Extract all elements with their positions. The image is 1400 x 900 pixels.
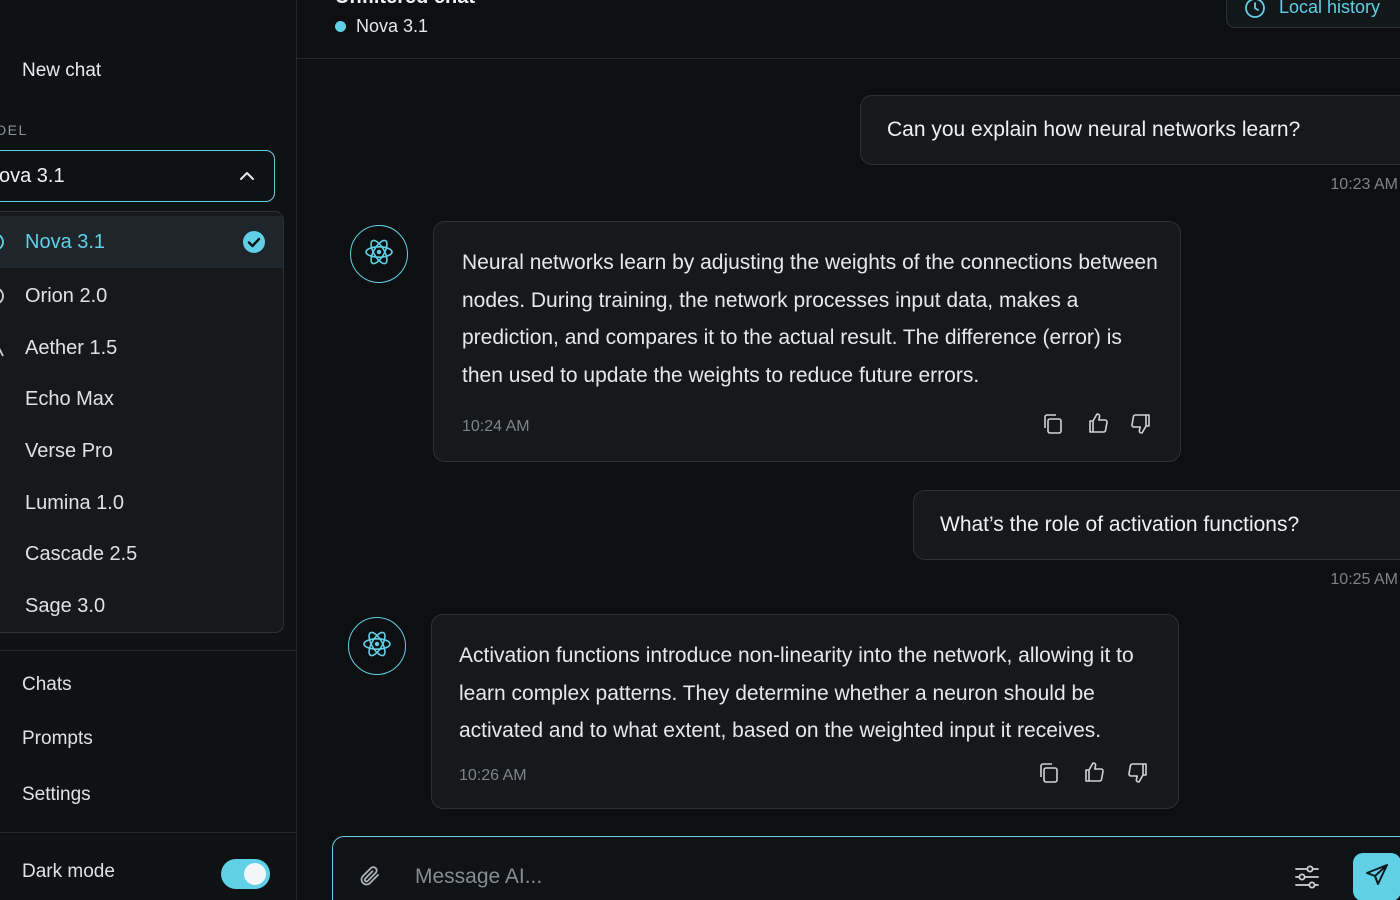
model-option-verse[interactable]: Verse Pro (0, 425, 283, 477)
model-select[interactable]: ova 3.1 (0, 150, 275, 202)
message-text: Activation functions introduce non-linea… (459, 644, 1134, 742)
new-chat-button[interactable]: New chat (22, 60, 101, 82)
thumbs-down-icon[interactable] (1129, 412, 1153, 441)
model-option-label: Echo Max (25, 388, 114, 410)
local-history-button[interactable]: Local history (1226, 0, 1400, 28)
message-time: 10:26 AM (459, 767, 527, 784)
clock-icon (1244, 0, 1266, 24)
send-button[interactable] (1353, 853, 1400, 900)
message-text: Neural networks learn by adjusting the w… (462, 251, 1158, 387)
model-icon (0, 491, 13, 515)
paperclip-icon[interactable] (358, 863, 384, 896)
dark-mode-label: Dark mode (22, 861, 115, 882)
model-option-echo[interactable]: Echo Max (0, 373, 283, 425)
model-option-label: Orion 2.0 (25, 285, 108, 307)
model-status: Nova 3.1 (356, 16, 429, 36)
message-time: 10:23 AM (1330, 176, 1398, 193)
message-text: Can you explain how neural networks lear… (887, 118, 1301, 141)
model-option-label: Verse Pro (25, 440, 113, 462)
chat-header: Unfiltered chat Nova 3.1 Local history (297, 0, 1400, 59)
sidebar-item-settings[interactable]: Settings (22, 784, 91, 806)
model-icon (0, 542, 13, 566)
message-time: 10:25 AM (1330, 571, 1398, 588)
model-option-label: Aether 1.5 (25, 337, 118, 359)
model-icon (0, 336, 13, 360)
model-option-nova[interactable]: Nova 3.1 (0, 216, 283, 268)
model-icon (0, 439, 13, 463)
message-text: What’s the role of activation functions? (940, 513, 1300, 536)
model-option-label: Lumina 1.0 (25, 492, 124, 514)
model-option-label: Nova 3.1 (25, 231, 106, 253)
model-option-orion[interactable]: Orion 2.0 (0, 270, 283, 322)
copy-icon[interactable] (1037, 761, 1061, 790)
copy-icon[interactable] (1041, 412, 1065, 441)
chat-title: Unfiltered chat (335, 0, 475, 9)
model-icon (0, 284, 13, 308)
sidebar-divider (0, 832, 296, 833)
model-dropdown: Nova 3.1 Orion 2.0 Aether 1.5 Echo Max V… (0, 211, 284, 633)
assistant-avatar (348, 617, 406, 675)
local-history-label: Local history (1279, 0, 1381, 17)
dark-mode-toggle[interactable] (221, 859, 270, 889)
model-icon (0, 230, 13, 254)
thumbs-up-icon[interactable] (1082, 760, 1106, 789)
thumbs-up-icon[interactable] (1086, 411, 1110, 440)
model-option-sage[interactable]: Sage 3.0 (0, 580, 283, 632)
model-option-lumina[interactable]: Lumina 1.0 (0, 477, 283, 529)
check-circle-icon (243, 231, 265, 258)
message-input[interactable] (415, 859, 1215, 895)
assistant-avatar (350, 225, 408, 283)
assistant-message: Activation functions introduce non-linea… (431, 614, 1179, 809)
model-option-label: Sage 3.0 (25, 595, 106, 617)
sidebar-divider (0, 650, 296, 651)
model-icon (0, 594, 13, 618)
send-icon (1364, 862, 1390, 893)
chevron-up-icon (238, 167, 256, 190)
toggle-knob (244, 863, 266, 885)
model-option-aether[interactable]: Aether 1.5 (0, 322, 283, 374)
sidebar: New chat DEL ova 3.1 Nova 3.1 Orion 2.0 … (0, 0, 297, 900)
model-section-label: DEL (0, 122, 28, 138)
model-option-cascade[interactable]: Cascade 2.5 (0, 528, 283, 580)
model-select-value: ova 3.1 (0, 164, 65, 187)
sidebar-item-chats[interactable]: Chats (22, 674, 72, 696)
sliders-icon[interactable] (1293, 863, 1321, 896)
thumbs-down-icon[interactable] (1126, 761, 1150, 790)
model-option-label: Cascade 2.5 (25, 543, 138, 565)
assistant-message: Neural networks learn by adjusting the w… (433, 221, 1181, 462)
message-composer (332, 836, 1400, 900)
atom-icon (363, 236, 395, 273)
sidebar-item-prompts[interactable]: Prompts (22, 728, 93, 750)
user-message: Can you explain how neural networks lear… (860, 95, 1400, 165)
model-status-dot (335, 21, 346, 32)
message-time: 10:24 AM (462, 418, 530, 435)
atom-icon (361, 628, 393, 665)
model-icon (0, 387, 13, 411)
user-message: What’s the role of activation functions? (913, 490, 1400, 560)
